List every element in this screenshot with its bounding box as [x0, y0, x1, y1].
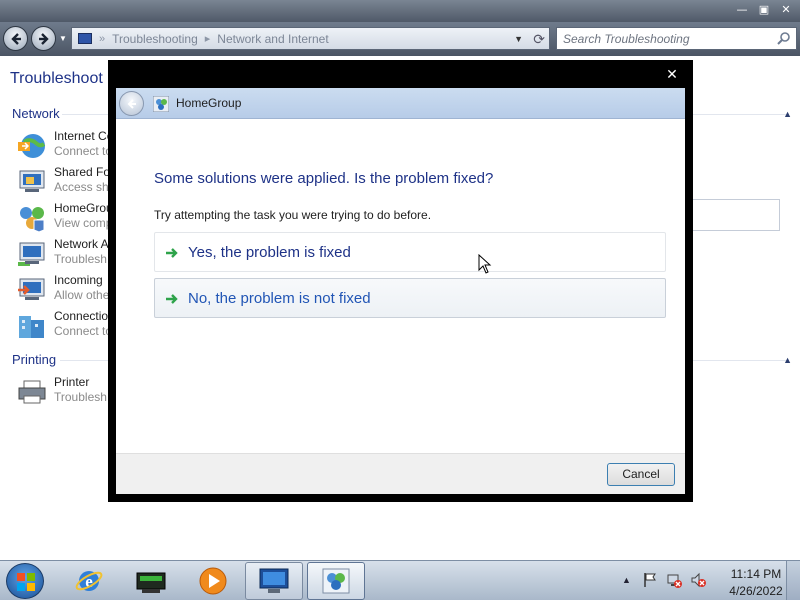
- option-label: No, the problem is not fixed: [188, 290, 371, 307]
- show-desktop-button[interactable]: [786, 561, 800, 600]
- search-icon[interactable]: [776, 31, 792, 47]
- internet-connections-icon: [18, 134, 46, 158]
- option-problem-fixed[interactable]: Yes, the problem is fixed: [154, 232, 666, 272]
- dialog-footer: Cancel: [116, 453, 685, 494]
- homegroup-icon: [20, 207, 45, 232]
- item-internet-connections[interactable]: Internet Co Connect to: [16, 129, 116, 163]
- option-problem-not-fixed[interactable]: No, the problem is not fixed: [154, 278, 666, 318]
- media-player-icon: [199, 567, 227, 595]
- item-description: View comp: [54, 216, 113, 230]
- dialog-title: HomeGroup: [176, 96, 242, 110]
- item-description: Connect to: [54, 144, 113, 158]
- collapse-caret-icon[interactable]: ▲: [783, 109, 792, 119]
- window-title-bar: — ▣ ✕: [0, 0, 800, 22]
- breadcrumb-network-internet[interactable]: Network and Internet: [217, 32, 328, 46]
- close-window-button[interactable]: ✕: [778, 3, 794, 17]
- close-icon[interactable]: ✕: [665, 68, 679, 82]
- incoming-connections-icon: [18, 278, 45, 300]
- breadcrumb-troubleshooting[interactable]: Troubleshooting: [112, 32, 198, 46]
- dialog-header: HomeGroup: [116, 88, 685, 119]
- item-description: Troublesh: [54, 390, 107, 404]
- clock-time[interactable]: 11:14 PM: [725, 567, 787, 581]
- collapse-caret-icon[interactable]: ▲: [783, 355, 792, 365]
- internet-explorer-icon: e: [75, 571, 103, 591]
- item-title: Printer: [54, 375, 90, 389]
- address-toolbar: ▼ » Troubleshooting ▸ Network and Intern…: [0, 22, 800, 56]
- forward-button[interactable]: [31, 26, 56, 51]
- start-button[interactable]: [6, 563, 44, 599]
- troubleshooter-dialog: HomeGroup Some solutions were applied. I…: [116, 88, 685, 494]
- option-label: Yes, the problem is fixed: [188, 244, 351, 261]
- connection-workplace-icon: [19, 316, 44, 338]
- item-printer[interactable]: Printer Troublesh: [16, 375, 116, 409]
- background-panel-box: [692, 199, 780, 231]
- taskbar-remote-desktop[interactable]: [245, 562, 303, 600]
- search-input[interactable]: Search Troubleshooting: [556, 27, 797, 50]
- item-description: Connect to: [54, 324, 113, 338]
- shared-folders-icon: [19, 170, 45, 192]
- volume-muted-icon[interactable]: [690, 572, 706, 588]
- taskbar: e ▲ 11:14 PM 4/26/2022: [0, 560, 800, 600]
- troubleshooter-window: ✕ HomeGroup Some solutions were applied.…: [108, 60, 693, 502]
- address-bar[interactable]: » Troubleshooting ▸ Network and Internet…: [71, 27, 550, 50]
- taskbar-network-printer[interactable]: [122, 562, 180, 600]
- window-controls: — ▣ ✕: [734, 3, 794, 17]
- item-incoming-connections[interactable]: Incoming Allow othe: [16, 273, 116, 307]
- homegroup-troubleshooter-icon: [322, 568, 350, 594]
- arrow-left-icon: [10, 32, 21, 45]
- item-title: Shared Fol: [54, 165, 113, 179]
- system-tray: ▲ 11:14 PM 4/26/2022: [614, 561, 800, 600]
- remote-desktop-icon: [259, 568, 289, 593]
- windows-logo-icon: [17, 573, 35, 591]
- item-description: Allow othe: [54, 288, 110, 302]
- search-placeholder: Search Troubleshooting: [563, 32, 690, 46]
- taskbar-media-player[interactable]: [184, 562, 242, 600]
- item-title: Connection: [54, 309, 115, 323]
- item-title: Incoming: [54, 273, 103, 287]
- maximize-button[interactable]: ▣: [756, 3, 772, 17]
- item-description: Troublesh: [54, 252, 107, 266]
- chevron-right-icon: »: [99, 32, 106, 45]
- arrow-right-icon: [38, 32, 49, 45]
- item-title: Internet Co: [54, 129, 114, 143]
- green-arrow-icon: [166, 294, 178, 304]
- group-header-network: Network: [12, 106, 60, 121]
- item-title: HomeGrou: [54, 201, 113, 215]
- cancel-button[interactable]: Cancel: [607, 463, 675, 486]
- green-arrow-icon: [166, 248, 178, 258]
- chevron-down-icon[interactable]: ▼: [514, 34, 523, 44]
- item-homegroup[interactable]: HomeGrou View comp: [16, 201, 116, 235]
- clock-date[interactable]: 4/26/2022: [723, 584, 789, 598]
- taskbar-homegroup-troubleshooter[interactable]: [307, 562, 365, 600]
- mouse-cursor-icon: [478, 254, 492, 274]
- homegroup-icon: [153, 96, 169, 112]
- minimize-button[interactable]: —: [734, 3, 750, 17]
- dialog-hint: Try attempting the task you were trying …: [154, 208, 432, 222]
- item-description: Access sha: [54, 180, 116, 194]
- chevron-right-icon: ▸: [204, 33, 211, 45]
- item-shared-folders[interactable]: Shared Fol Access sha: [16, 165, 116, 199]
- page-title: Troubleshoot p: [10, 70, 117, 87]
- item-network-adapter[interactable]: Network A Troublesh: [16, 237, 116, 271]
- network-adapter-icon: [18, 242, 45, 266]
- item-title: Network A: [54, 237, 109, 251]
- printer-icon: [18, 380, 46, 404]
- network-status-icon[interactable]: [666, 572, 682, 588]
- dialog-back-button[interactable]: [119, 91, 144, 116]
- show-hidden-icons-icon[interactable]: ▲: [622, 575, 631, 585]
- item-connection-workplace[interactable]: Connection Connect to: [16, 309, 116, 343]
- recent-pages-dropdown[interactable]: ▼: [59, 34, 67, 43]
- taskbar-internet-explorer[interactable]: e: [60, 562, 118, 600]
- action-center-flag-icon[interactable]: [642, 572, 658, 588]
- dialog-question: Some solutions were applied. Is the prob…: [154, 170, 494, 187]
- arrow-left-icon: [127, 98, 136, 109]
- network-printer-icon: [136, 572, 166, 593]
- refresh-icon[interactable]: ⟳: [533, 31, 545, 48]
- back-button[interactable]: [3, 26, 28, 51]
- group-header-printing: Printing: [12, 352, 57, 367]
- control-panel-icon: [78, 33, 92, 44]
